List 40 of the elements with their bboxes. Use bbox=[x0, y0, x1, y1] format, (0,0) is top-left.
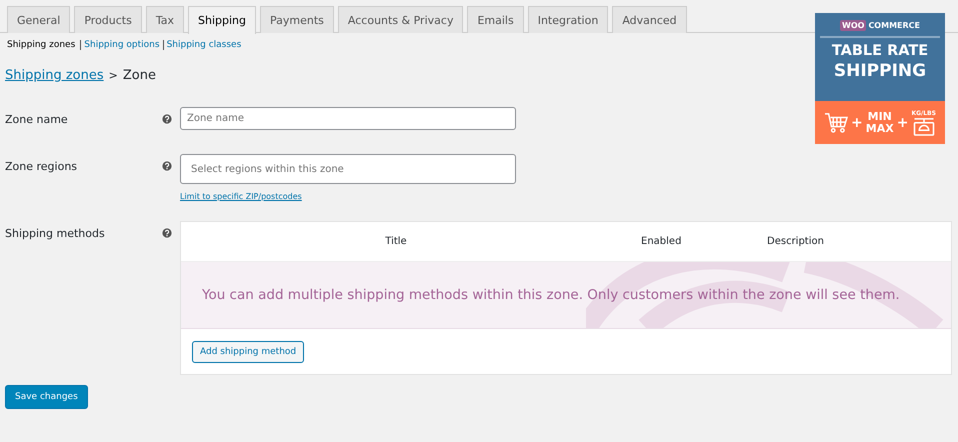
field-label: Zone name bbox=[5, 112, 69, 126]
settings-tab[interactable]: General bbox=[7, 6, 70, 33]
save-button[interactable]: Save changes bbox=[5, 385, 88, 409]
breadcrumb-link[interactable]: Shipping zones bbox=[5, 68, 104, 83]
banner-text: MIN bbox=[868, 110, 892, 122]
help-icon[interactable] bbox=[162, 161, 172, 171]
banner-text: MAX bbox=[866, 122, 894, 134]
brand-text: COMMERCE bbox=[868, 21, 920, 30]
settings-tab[interactable]: Payments bbox=[260, 6, 334, 33]
settings-tab[interactable]: Emails bbox=[467, 6, 524, 33]
subnav-link[interactable]: Shipping classes bbox=[166, 40, 242, 50]
column-header: Enabled bbox=[640, 236, 682, 247]
subnav-link[interactable]: Shipping options bbox=[84, 40, 160, 50]
add-method-button[interactable]: Add shipping method bbox=[192, 340, 304, 362]
field-label: Zone regions bbox=[5, 159, 78, 173]
column-header: Description bbox=[766, 236, 825, 247]
scale-icon bbox=[912, 116, 936, 136]
breadcrumb-separator: > bbox=[108, 69, 118, 82]
brand-badge: WOO bbox=[840, 20, 866, 31]
cart-icon bbox=[824, 112, 848, 134]
plus-sign: + bbox=[896, 114, 908, 130]
page-title: Zone bbox=[122, 68, 156, 83]
column-header: Title bbox=[384, 236, 408, 247]
settings-tab[interactable]: Advanced bbox=[612, 6, 687, 33]
settings-tab[interactable]: Integration bbox=[528, 6, 608, 33]
help-icon[interactable] bbox=[162, 228, 172, 238]
settings-tab[interactable]: Products bbox=[74, 6, 142, 33]
settings-tab[interactable]: Tax bbox=[146, 6, 184, 33]
banner-title: TABLE RATE bbox=[832, 42, 928, 61]
banner-title: SHIPPING bbox=[834, 61, 926, 82]
help-icon[interactable] bbox=[162, 114, 172, 124]
empty-message: You can add multiple shipping methods within this zone. Only customers within the zone will see them. bbox=[201, 287, 900, 303]
text-input-field[interactable]: Select regions within this zone bbox=[180, 154, 516, 184]
postcode-link[interactable]: Limit to specific ZIP/postcodes bbox=[180, 192, 516, 201]
settings-tab[interactable]: Accounts & Privacy bbox=[338, 6, 464, 33]
settings-tab[interactable]: Shipping bbox=[188, 6, 256, 34]
text-input-field[interactable]: Zone name bbox=[180, 107, 516, 130]
field-label: Shipping methods bbox=[5, 226, 106, 240]
subnav-link[interactable]: Shipping zones bbox=[7, 40, 76, 50]
plus-sign: + bbox=[851, 114, 863, 130]
